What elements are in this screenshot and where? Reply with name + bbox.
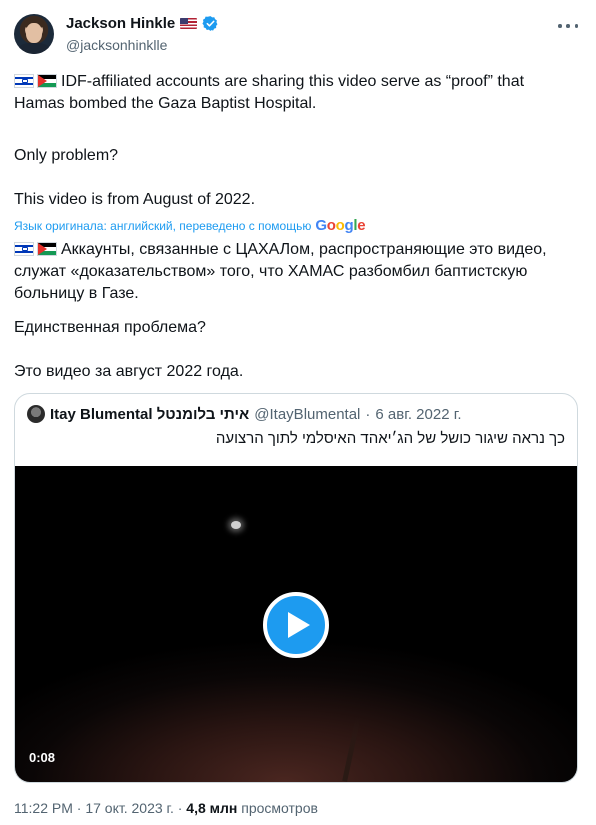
quoted-date: 6 авг. 2022 г.	[375, 405, 462, 423]
original-paragraph-3: This video is from August of 2022.	[14, 191, 256, 208]
translated-paragraph-2: Единственная проблема?	[14, 319, 206, 336]
views-count: 4,8 млн	[186, 800, 238, 816]
israel-flag-icon	[14, 74, 34, 88]
translation-note-text: Язык оригинала: английский, переведено с…	[14, 218, 312, 233]
author-name[interactable]: Jackson Hinkle	[66, 15, 175, 32]
us-flag-icon	[180, 18, 198, 29]
video-player[interactable]: 0:08	[15, 466, 577, 782]
footer-separator: ·	[76, 800, 82, 816]
video-light-spot	[231, 521, 241, 529]
author-name-row: Jackson Hinkle	[66, 15, 219, 32]
tweet-footer: 11:22 PM · 17 окт. 2023 г. · 4,8 млн про…	[14, 800, 318, 816]
quoted-separator: ·	[365, 405, 371, 423]
israel-flag-icon	[14, 242, 34, 256]
translation-note[interactable]: Язык оригинала: английский, переведено с…	[14, 217, 366, 234]
quoted-tweet-header: Itay Blumental איתי בלומנטל @ItayBlument…	[27, 405, 462, 423]
verified-icon	[202, 16, 218, 31]
video-duration: 0:08	[29, 750, 56, 765]
translated-paragraph-3: Это видео за август 2022 года.	[14, 363, 244, 380]
flag-pair-translated	[14, 242, 57, 256]
tweet-text-original: IDF-affiliated accounts are sharing this…	[14, 71, 580, 115]
post-time[interactable]: 11:22 PM	[14, 800, 73, 816]
post-date[interactable]: 17 окт. 2023 г.	[85, 800, 174, 816]
palestine-flag-icon	[37, 242, 57, 256]
quoted-avatar	[27, 405, 45, 423]
translated-paragraph-1: Аккаунты, связанные с ЦАХАЛом, распростр…	[14, 241, 547, 302]
play-icon	[287, 612, 310, 638]
video-smoke-trail	[342, 716, 361, 782]
palestine-flag-icon	[37, 74, 57, 88]
quoted-tweet[interactable]: Itay Blumental איתי בלומנטל @ItayBlument…	[14, 393, 578, 783]
more-icon[interactable]	[558, 18, 578, 34]
avatar[interactable]	[14, 14, 54, 54]
footer-separator-2: ·	[177, 800, 183, 816]
quoted-text: כך נראה שיגור כושל של הג׳יאהד האיסלמי לת…	[215, 430, 565, 447]
views-label: просмотров	[241, 800, 318, 816]
quoted-author-name: Itay Blumental איתי בלומנטל	[50, 405, 250, 423]
flag-pair	[14, 74, 57, 88]
original-paragraph-2: Only problem?	[14, 147, 119, 164]
play-button[interactable]	[263, 592, 329, 658]
quoted-author-handle: @ItayBlumental	[254, 405, 361, 423]
google-logo: Google	[315, 217, 366, 234]
original-paragraph-1: IDF-affiliated accounts are sharing this…	[14, 73, 525, 112]
tweet-text-translated: Аккаунты, связанные с ЦАХАЛом, распростр…	[14, 239, 580, 305]
author-handle[interactable]: @jacksonhinklle	[66, 37, 167, 53]
